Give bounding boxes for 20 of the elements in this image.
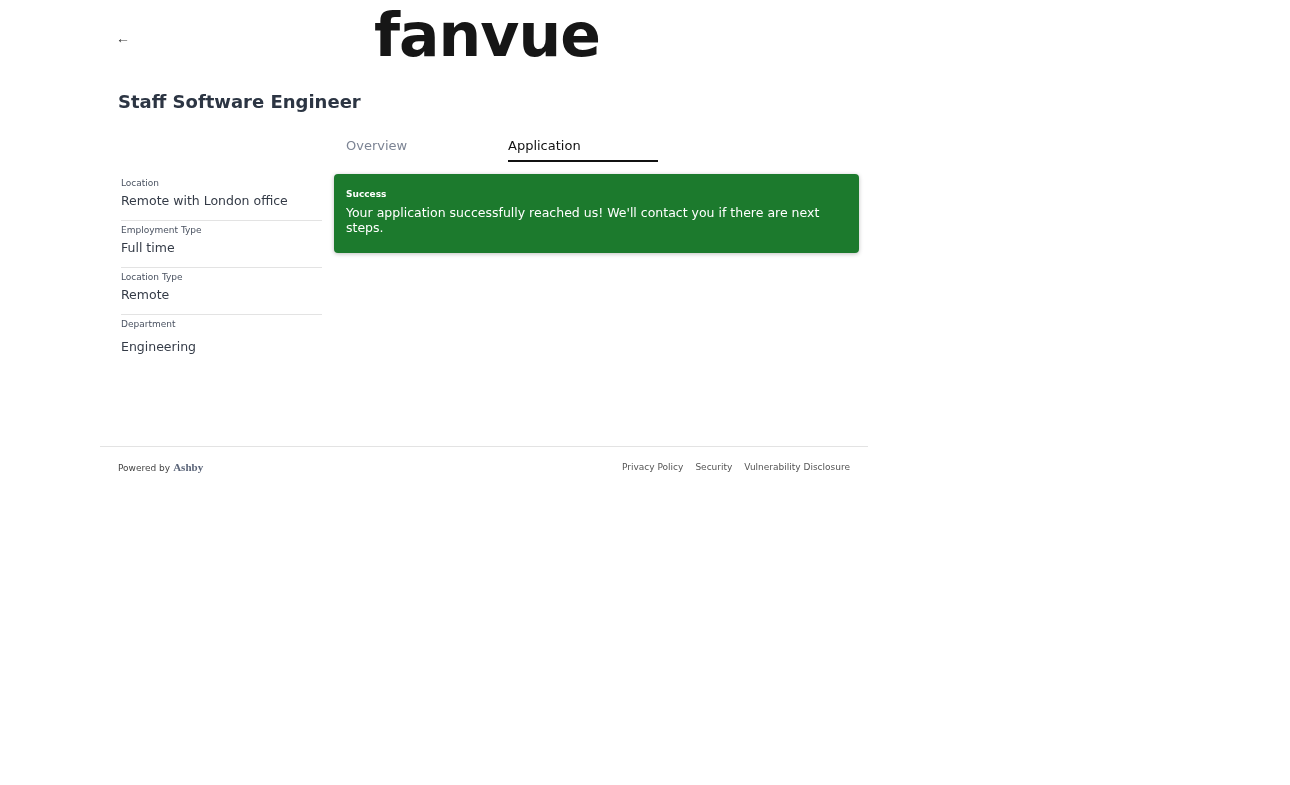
detail-label: Location [121,178,161,188]
detail-value: Full time [121,240,176,255]
alert-title: Success [346,189,388,199]
detail-label: Location Type [121,272,184,282]
footer-link[interactable]: Security [695,462,733,472]
company-logo: fanvue [374,5,600,65]
footer-link[interactable]: Vulnerability Disclosure [744,462,850,472]
back-button[interactable]: ← [116,30,130,46]
detail-value: Engineering [121,339,197,354]
powered-by-text: Powered by [118,463,171,473]
detail-label: Employment Type [121,225,203,235]
detail-label: Department [121,319,177,329]
footer-link[interactable]: Privacy Policy [622,462,684,472]
tab[interactable]: Overview [346,130,508,162]
job-title: Staff Software Engineer [118,90,362,114]
ashby-logo[interactable]: Ashby [173,461,204,473]
tab[interactable]: Application [508,130,658,162]
detail-value: Remote with London office [121,193,289,208]
alert-message: Your application successfully reached us! We'll contact you if there are next steps. [346,205,821,235]
detail-value: Remote [121,287,171,302]
